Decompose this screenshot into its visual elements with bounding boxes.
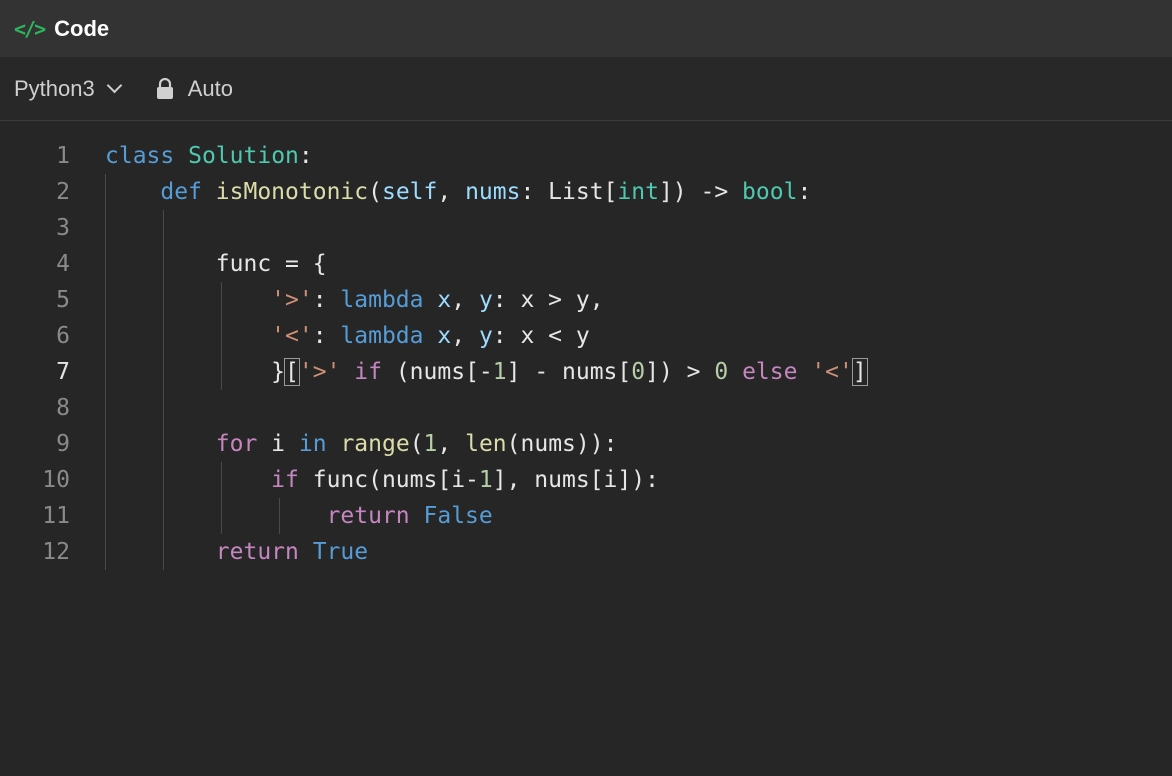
panel-title: Code [54, 15, 110, 41]
code-icon: </> [14, 16, 46, 41]
editor-toolbar: Python3 Auto [0, 57, 1172, 121]
line-number: 2 [56, 179, 70, 205]
chevron-down-icon [106, 77, 123, 93]
code-editor[interactable]: 1 class Solution: 2 def isMonotonic(self… [0, 138, 1172, 758]
code-text[interactable]: }['>' if (nums[-1] - nums[0]) > 0 else '… [105, 354, 868, 390]
language-select[interactable]: Python3 [14, 75, 123, 102]
line-number: 4 [56, 251, 70, 277]
line-number: 1 [56, 143, 70, 169]
code-text[interactable]: if func(nums[i-1], nums[i]): [105, 462, 659, 498]
code-text[interactable]: class Solution: [105, 138, 313, 174]
code-line: 3 [0, 210, 1172, 246]
line-number: 10 [42, 467, 70, 493]
code-line: 10 if func(nums[i-1], nums[i]): [0, 462, 1172, 498]
line-number: 12 [42, 539, 70, 565]
code-line-active: 7 }['>' if (nums[-1] - nums[0]) > 0 else… [0, 354, 1172, 390]
code-line: 9 for i in range(1, len(nums)): [0, 426, 1172, 462]
line-number: 9 [56, 431, 70, 457]
line-number: 8 [56, 395, 70, 421]
code-text[interactable]: for i in range(1, len(nums)): [105, 426, 618, 462]
line-number: 6 [56, 323, 70, 349]
panel-header: </> Code [0, 0, 1172, 57]
line-number: 3 [56, 215, 70, 241]
code-text[interactable]: '<': lambda x, y: x < y [105, 318, 590, 354]
code-text[interactable]: return True [105, 534, 368, 570]
code-text[interactable]: '>': lambda x, y: x > y, [105, 282, 603, 318]
code-line: 5 '>': lambda x, y: x > y, [0, 282, 1172, 318]
line-number: 11 [42, 503, 70, 529]
code-text[interactable]: return False [105, 498, 493, 534]
language-label: Python3 [14, 75, 95, 101]
lock-icon [156, 77, 173, 99]
auto-label: Auto [187, 75, 233, 101]
line-number: 7 [56, 359, 70, 385]
code-line: 6 '<': lambda x, y: x < y [0, 318, 1172, 354]
auto-mode-indicator[interactable]: Auto [156, 76, 233, 102]
code-line: 1 class Solution: [0, 138, 1172, 174]
code-line: 11 return False [0, 498, 1172, 534]
code-text[interactable]: func = { [105, 246, 327, 282]
line-number: 5 [56, 287, 70, 313]
code-line: 8 [0, 390, 1172, 426]
code-line: 4 func = { [0, 246, 1172, 282]
code-line: 12 return True [0, 534, 1172, 570]
code-line: 2 def isMonotonic(self, nums: List[int])… [0, 174, 1172, 210]
code-text[interactable]: def isMonotonic(self, nums: List[int]) -… [105, 174, 811, 210]
